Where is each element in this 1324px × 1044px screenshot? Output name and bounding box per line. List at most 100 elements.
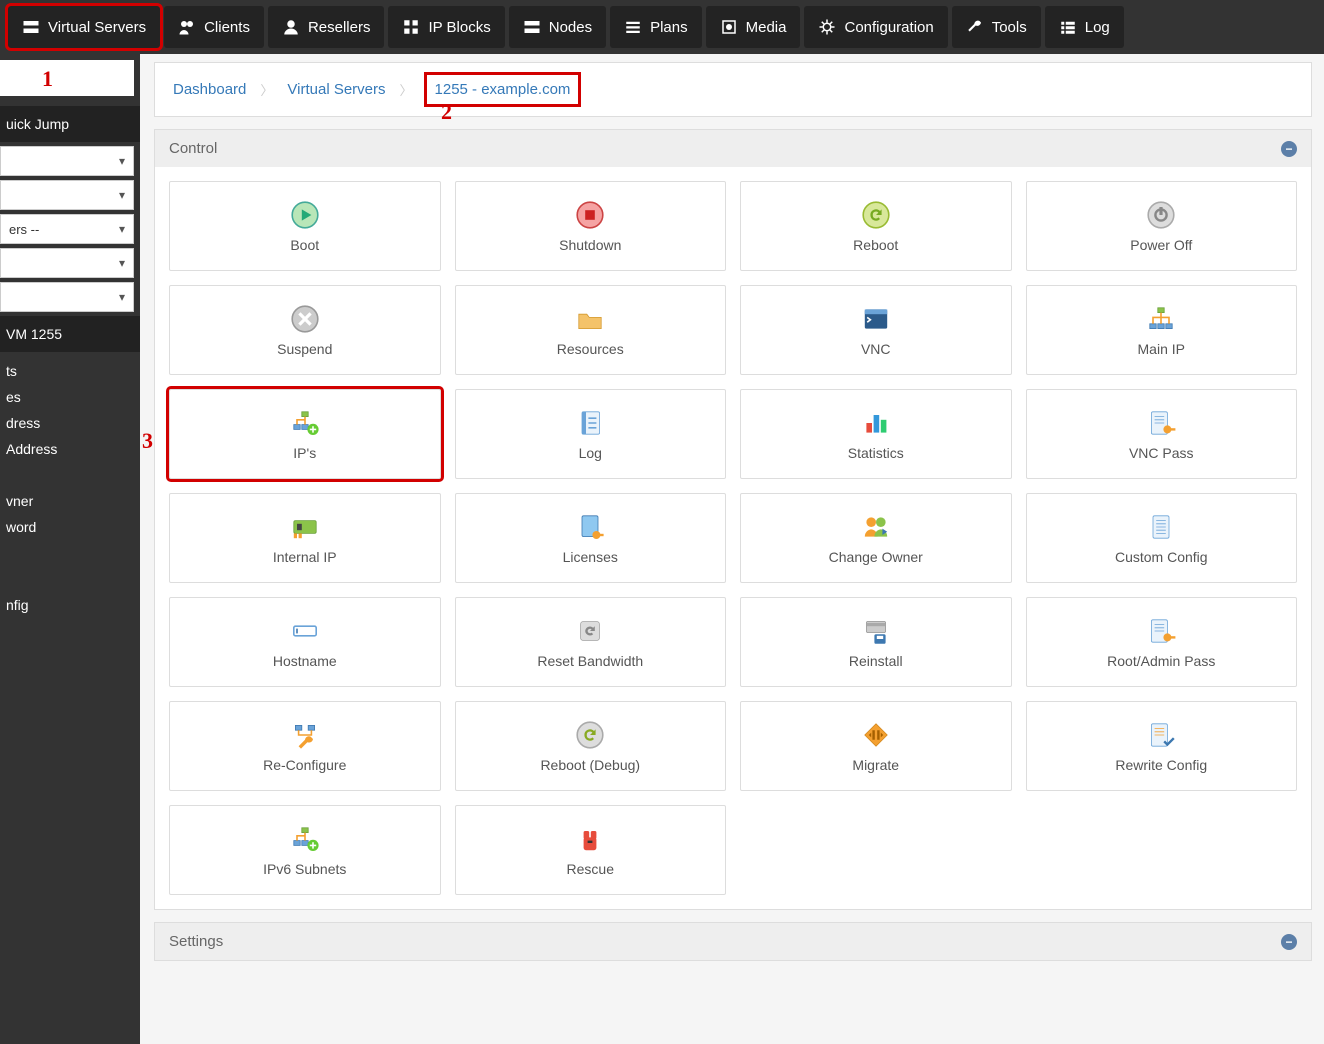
stop-icon bbox=[574, 199, 606, 231]
field-icon bbox=[289, 615, 321, 647]
card-ip-s[interactable]: IP's3 bbox=[169, 389, 441, 479]
card-rescue[interactable]: Rescue bbox=[455, 805, 727, 895]
gear-icon bbox=[818, 18, 836, 36]
nav-ip-blocks[interactable]: IP Blocks bbox=[388, 6, 504, 48]
card-label: Hostname bbox=[273, 653, 337, 669]
card-ipv6-subnets[interactable]: IPv6 Subnets bbox=[169, 805, 441, 895]
card-rewrite-config[interactable]: Rewrite Config bbox=[1026, 701, 1298, 791]
card-vnc[interactable]: VNC bbox=[740, 285, 1012, 375]
card-migrate[interactable]: Migrate bbox=[740, 701, 1012, 791]
card-resources[interactable]: Resources bbox=[455, 285, 727, 375]
nav-label: Tools bbox=[992, 19, 1027, 36]
card-internal-ip[interactable]: Internal IP bbox=[169, 493, 441, 583]
net-icon bbox=[1145, 303, 1177, 335]
card-label: Reboot bbox=[853, 237, 898, 253]
breadcrumb-virtual-servers[interactable]: Virtual Servers bbox=[287, 81, 385, 98]
card-reinstall[interactable]: Reinstall bbox=[740, 597, 1012, 687]
sidebar-link[interactable] bbox=[6, 618, 134, 644]
card-label: Change Owner bbox=[829, 549, 923, 565]
nav-configuration[interactable]: Configuration bbox=[804, 6, 947, 48]
annotation-marker-2: 2 bbox=[441, 99, 452, 125]
sidebar-link[interactable]: es bbox=[6, 384, 134, 410]
net-plus2-icon bbox=[289, 823, 321, 855]
sidebar-link[interactable]: nfig bbox=[6, 592, 134, 618]
sidebar-dropdown-1[interactable] bbox=[0, 146, 134, 176]
list-icon bbox=[624, 18, 642, 36]
power-grey-icon bbox=[1145, 199, 1177, 231]
card-re-configure[interactable]: Re-Configure bbox=[169, 701, 441, 791]
card-root-admin-pass[interactable]: Root/Admin Pass bbox=[1026, 597, 1298, 687]
nav-label: Virtual Servers bbox=[48, 19, 146, 36]
card-licenses[interactable]: Licenses bbox=[455, 493, 727, 583]
card-boot[interactable]: Boot bbox=[169, 181, 441, 271]
card-suspend[interactable]: Suspend bbox=[169, 285, 441, 375]
nav-label: IP Blocks bbox=[428, 19, 490, 36]
lifevest-icon bbox=[574, 823, 606, 855]
nav-log[interactable]: Log bbox=[1045, 6, 1124, 48]
sidebar-search-box[interactable] bbox=[0, 60, 134, 96]
breadcrumb: Dashboard 〉 Virtual Servers 〉 1255 - exa… bbox=[154, 62, 1312, 117]
nav-clients[interactable]: Clients bbox=[164, 6, 264, 48]
net-plus-icon bbox=[289, 407, 321, 439]
notebook-icon bbox=[574, 407, 606, 439]
folder-icon bbox=[574, 303, 606, 335]
nav-virtual-servers[interactable]: Virtual Servers bbox=[8, 6, 160, 48]
card-hostname[interactable]: Hostname bbox=[169, 597, 441, 687]
doc-lines-icon bbox=[1145, 511, 1177, 543]
card-custom-config[interactable]: Custom Config bbox=[1026, 493, 1298, 583]
sidebar-link[interactable]: ts bbox=[6, 358, 134, 384]
control-grid: BootShutdown Reboot Power Off SuspendResour… bbox=[169, 181, 1297, 895]
card-label: Reset Bandwidth bbox=[537, 653, 643, 669]
server-save-icon bbox=[860, 615, 892, 647]
sidebar-link[interactable]: vner bbox=[6, 488, 134, 514]
annotation-marker-3: 3 bbox=[142, 428, 153, 454]
sidebar-dropdown-5[interactable] bbox=[0, 282, 134, 312]
card-main-ip[interactable]: Main IP bbox=[1026, 285, 1298, 375]
card-log[interactable]: Log bbox=[455, 389, 727, 479]
nav-plans[interactable]: Plans bbox=[610, 6, 702, 48]
card-shutdown[interactable]: Shutdown bbox=[455, 181, 727, 271]
nav-label: Log bbox=[1085, 19, 1110, 36]
card-statistics[interactable]: Statistics bbox=[740, 389, 1012, 479]
breadcrumb-separator-icon: 〉 bbox=[252, 80, 281, 99]
panel-settings: Settings − bbox=[154, 922, 1312, 961]
sidebar-link[interactable]: dress bbox=[6, 410, 134, 436]
refresh-g-icon bbox=[860, 199, 892, 231]
card-vnc-pass[interactable]: VNC Pass bbox=[1026, 389, 1298, 479]
sidebar-section-quickjump: uick Jump bbox=[0, 106, 140, 142]
card-reset-bandwidth[interactable]: Reset Bandwidth bbox=[455, 597, 727, 687]
collapse-icon[interactable]: − bbox=[1281, 934, 1297, 950]
breadcrumb-dashboard[interactable]: Dashboard bbox=[173, 81, 246, 98]
card-power-off[interactable]: Power Off bbox=[1026, 181, 1298, 271]
doc-key3-icon bbox=[1145, 615, 1177, 647]
sidebar-link[interactable]: word bbox=[6, 514, 134, 540]
doc-key2-icon bbox=[574, 511, 606, 543]
sidebar-section-vm: VM 1255 bbox=[0, 316, 140, 352]
sidebar-dropdown-4[interactable] bbox=[0, 248, 134, 278]
card-change-owner[interactable]: Change Owner bbox=[740, 493, 1012, 583]
panel-control-header[interactable]: Control − bbox=[155, 130, 1311, 167]
nic-icon bbox=[289, 511, 321, 543]
refresh-grey-icon bbox=[574, 719, 606, 751]
nav-nodes[interactable]: Nodes bbox=[509, 6, 606, 48]
sidebar-link[interactable]: Address bbox=[6, 436, 134, 462]
nav-tools[interactable]: Tools bbox=[952, 6, 1041, 48]
card-reboot-debug-[interactable]: Reboot (Debug) bbox=[455, 701, 727, 791]
nav-resellers[interactable]: Resellers bbox=[268, 6, 385, 48]
card-label: Migrate bbox=[852, 757, 899, 773]
sidebar-link[interactable] bbox=[6, 540, 134, 566]
sidebar-dropdown-2[interactable] bbox=[0, 180, 134, 210]
sidebar-link[interactable] bbox=[6, 566, 134, 592]
bars-c-icon bbox=[860, 407, 892, 439]
nav-label: Resellers bbox=[308, 19, 371, 36]
reset-g-icon bbox=[574, 615, 606, 647]
card-reboot[interactable]: Reboot bbox=[740, 181, 1012, 271]
panel-settings-header[interactable]: Settings − bbox=[155, 923, 1311, 960]
nav-label: Media bbox=[746, 19, 787, 36]
sidebar-link[interactable] bbox=[6, 462, 134, 488]
users-icon bbox=[178, 18, 196, 36]
collapse-icon[interactable]: − bbox=[1281, 141, 1297, 157]
card-label: Main IP bbox=[1138, 341, 1185, 357]
nav-media[interactable]: Media bbox=[706, 6, 801, 48]
sidebar-dropdown-3[interactable]: ers -- bbox=[0, 214, 134, 244]
